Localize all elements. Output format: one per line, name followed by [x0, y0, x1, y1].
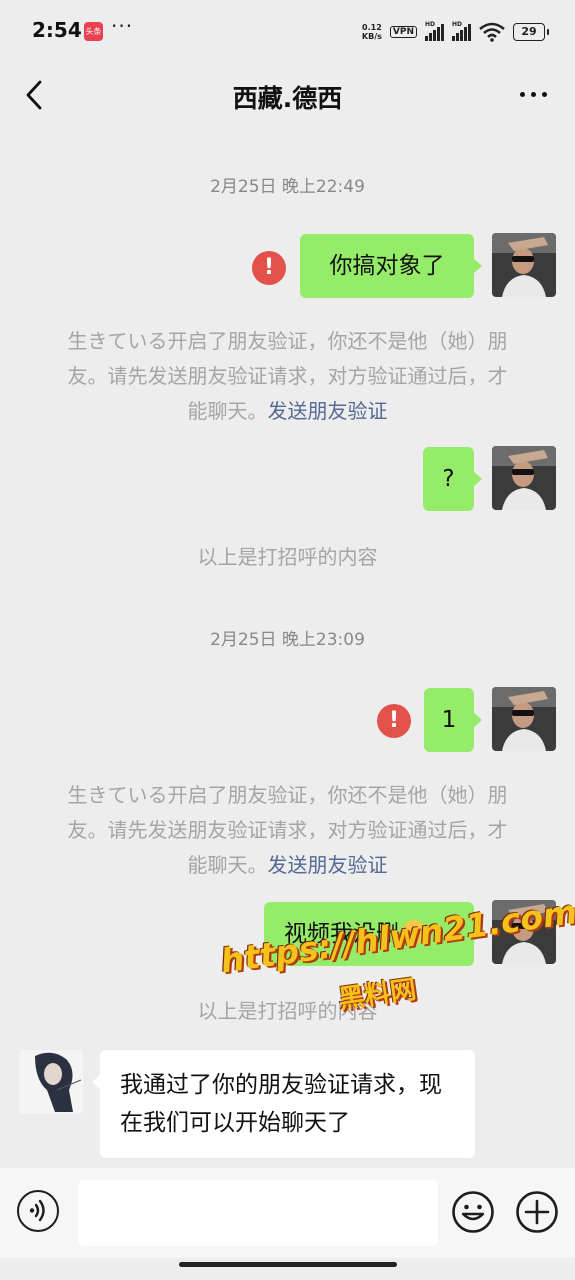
net-speed: 0.12 KB/s: [362, 23, 382, 41]
greeting-notice: 以上是打招呼的内容: [197, 999, 378, 1023]
avatar[interactable]: [492, 900, 556, 964]
status-bar: 2:54 头条 ··· 0.12 KB/s VPN HD HD 29: [0, 0, 575, 62]
avatar-photo: [492, 900, 556, 964]
avatar[interactable]: [492, 446, 556, 510]
signal-hd-label: HD: [425, 21, 436, 28]
battery-icon: 29: [513, 23, 549, 41]
wifi-icon: [479, 22, 505, 42]
sent-message-bubble[interactable]: ?: [423, 447, 482, 511]
sent-message-bubble[interactable]: 1: [424, 688, 482, 752]
avatar-photo: [19, 1050, 83, 1114]
status-right: 0.12 KB/s VPN HD HD 29: [362, 20, 549, 44]
timestamp: 2月25日 晚上23:09: [210, 630, 365, 650]
chat-header: 西藏.德西: [0, 62, 575, 130]
avatar[interactable]: [492, 233, 556, 297]
status-time: 2:54: [32, 18, 82, 42]
status-more-dots: ···: [111, 14, 134, 38]
sent-message-bubble[interactable]: 你搞对象了: [300, 234, 482, 298]
emoji-face-icon: [402, 920, 426, 944]
app-badge-icon: 头条: [84, 22, 103, 41]
emoji-icon[interactable]: [451, 1190, 495, 1234]
signal-icon: HD: [425, 21, 444, 41]
avatar-photo: [492, 233, 556, 297]
net-speed-value: 0.12: [362, 23, 382, 32]
send-verification-link[interactable]: 发送朋友验证: [268, 853, 388, 877]
greeting-notice: 以上是打招呼的内容: [197, 545, 378, 569]
received-message-bubble[interactable]: 我通过了你的朋友验证请求，现在我们可以开始聊天了: [92, 1050, 475, 1158]
voice-icon[interactable]: [17, 1190, 59, 1232]
timestamp: 2月25日 晚上22:49: [210, 177, 365, 197]
signal-hd-label: HD: [452, 21, 463, 28]
net-speed-unit: KB/s: [361, 32, 382, 41]
voice-waves-icon: [29, 1199, 45, 1222]
sent-message-bubble[interactable]: 视频我没删: [264, 902, 482, 966]
input-bar: [0, 1168, 575, 1258]
avatar-photo: [492, 687, 556, 751]
vpn-icon: VPN: [389, 26, 417, 38]
chat-title: 西藏.德西: [232, 84, 343, 113]
system-notice: 生きている开启了朋友验证，你还不是他（她）朋友。请先发送朋友验证请求，对方验证通…: [60, 778, 515, 883]
signal-icon: HD: [452, 21, 471, 41]
avatar-photo: [492, 446, 556, 510]
message-input[interactable]: [78, 1180, 438, 1246]
sent-message-text: 视频我没删: [284, 921, 399, 947]
send-verification-link[interactable]: 发送朋友验证: [268, 399, 388, 423]
plus-icon[interactable]: [515, 1190, 559, 1234]
avatar[interactable]: [19, 1050, 83, 1114]
home-indicator[interactable]: [179, 1262, 397, 1267]
send-failed-icon[interactable]: !: [377, 704, 411, 738]
system-notice: 生きている开启了朋友验证，你还不是他（她）朋友。请先发送朋友验证请求，对方验证通…: [60, 324, 515, 429]
avatar[interactable]: [492, 687, 556, 751]
send-failed-icon[interactable]: !: [252, 251, 286, 285]
more-dots-icon[interactable]: [520, 92, 547, 97]
